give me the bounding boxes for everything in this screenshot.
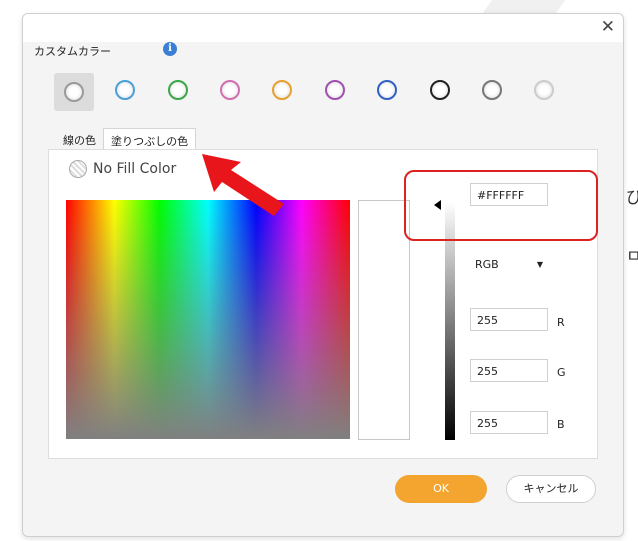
red-input[interactable]: 255: [470, 308, 548, 331]
swatch-white[interactable]: [54, 73, 94, 111]
cancel-button[interactable]: キャンセル: [506, 475, 596, 503]
swatch-blue[interactable]: [373, 76, 401, 104]
swatch-gray[interactable]: [478, 76, 506, 104]
annotation-arrow-icon: [202, 154, 284, 216]
swatch-green[interactable]: [164, 76, 192, 104]
background-text-fragment: ㅁ: [626, 247, 638, 267]
dialog-title: カスタムカラー: [34, 45, 111, 58]
no-fill-icon: [69, 160, 87, 178]
color-mode-value: RGB: [475, 258, 499, 271]
color-tabs: 線の色 塗りつぶしの色: [56, 128, 197, 150]
swatch-pink[interactable]: [216, 76, 244, 104]
swatch-black[interactable]: [426, 76, 454, 104]
custom-color-dialog: ✕ カスタムカラー i 線の色 塗りつぶしの色 No Fill Color #F…: [22, 13, 624, 537]
no-fill-option[interactable]: No Fill Color: [69, 160, 176, 178]
background-text-fragment: び: [626, 188, 638, 208]
color-mode-select[interactable]: RGB ▼: [470, 254, 550, 276]
brightness-slider[interactable]: [445, 202, 455, 440]
brightness-slider-handle[interactable]: [434, 200, 441, 210]
swatch-purple[interactable]: [321, 76, 349, 104]
tab-line-color[interactable]: 線の色: [56, 128, 103, 150]
page-margin: [0, 0, 22, 541]
chevron-down-icon: ▼: [536, 260, 543, 269]
green-label: G: [557, 366, 566, 379]
swatch-light-blue[interactable]: [111, 76, 139, 104]
swatch-orange[interactable]: [268, 76, 296, 104]
color-preview: [358, 200, 410, 440]
blue-input[interactable]: 255: [470, 411, 548, 434]
title-bar: [23, 14, 623, 42]
ok-button[interactable]: OK: [395, 475, 487, 503]
close-icon[interactable]: ✕: [601, 19, 615, 36]
blue-label: B: [557, 418, 565, 431]
color-picker-panel: No Fill Color #FFFFFF RGB ▼ 255 R 255 G …: [48, 149, 598, 459]
hex-input[interactable]: #FFFFFF: [470, 183, 548, 206]
color-spectrum[interactable]: [66, 200, 350, 439]
no-fill-label: No Fill Color: [93, 161, 177, 177]
green-input[interactable]: 255: [470, 359, 548, 382]
tab-fill-color[interactable]: 塗りつぶしの色: [103, 128, 197, 150]
swatch-light-gray[interactable]: [530, 76, 558, 104]
red-label: R: [557, 316, 565, 329]
info-icon[interactable]: i: [163, 42, 177, 56]
